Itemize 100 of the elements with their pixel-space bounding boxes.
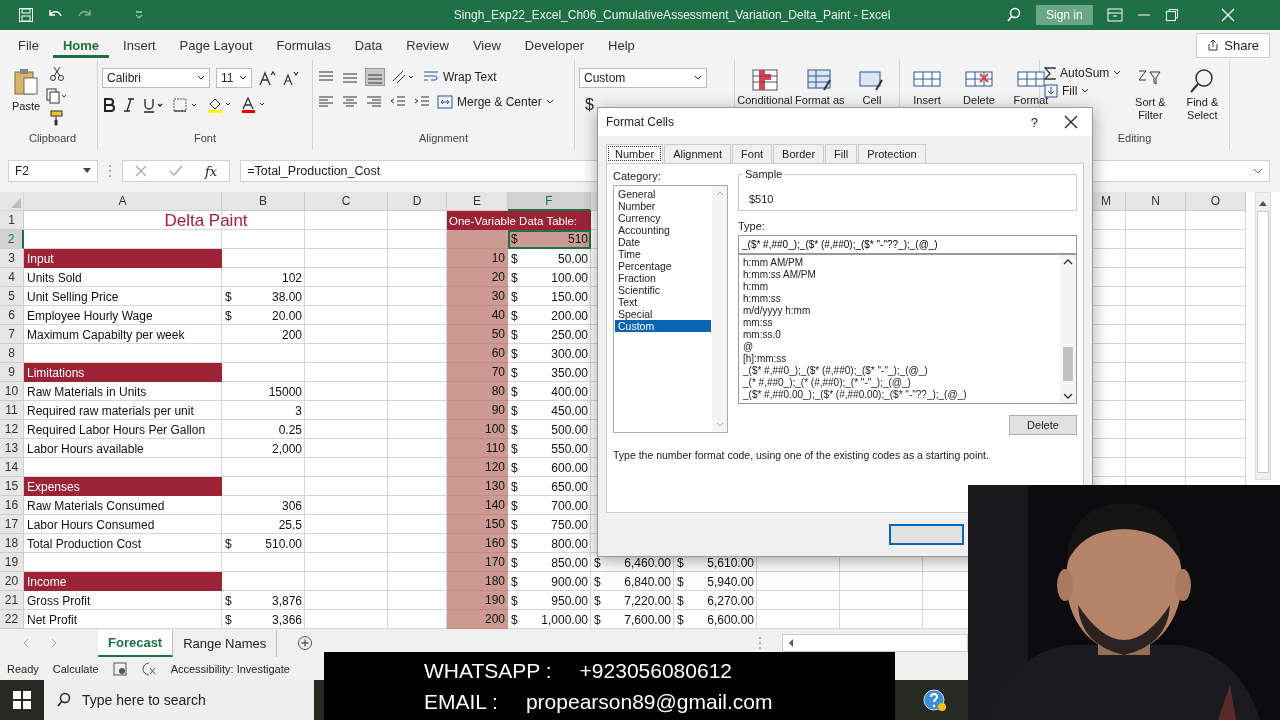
format-item[interactable]: @ [740, 341, 1059, 353]
menu-tab[interactable]: Insert [113, 32, 166, 58]
name-box[interactable]: F2 [8, 160, 98, 182]
table-cell-text: $ 3,366 [224, 611, 303, 629]
category-item[interactable]: General [615, 188, 711, 200]
row-number[interactable]: 16 [0, 496, 24, 515]
sort-filter-button[interactable]: Sort & Filter [1127, 64, 1174, 122]
format-item[interactable]: _($* #,##0_);_($* (#,##0);_($* "-"_);_(@_) [740, 365, 1059, 377]
row-number[interactable]: 17 [0, 515, 24, 534]
column-header[interactable]: O [1186, 192, 1246, 211]
row-number[interactable]: 14 [0, 458, 24, 477]
column-header[interactable]: N [1126, 192, 1186, 211]
dialog-tab[interactable]: Fill [825, 144, 858, 163]
dialog-tab[interactable]: Alignment [664, 144, 732, 163]
category-item[interactable]: Text [615, 296, 711, 308]
row-number[interactable]: 11 [0, 401, 24, 420]
wrap-text-button[interactable]: Wrap Text [423, 69, 497, 85]
format-item[interactable]: h:mm:ss [740, 293, 1059, 305]
category-item[interactable]: Currency [615, 212, 711, 224]
menu-tab[interactable]: Page Layout [169, 32, 263, 58]
column-header[interactable]: D [388, 192, 447, 211]
format-item[interactable]: _(* #,##0_);_(* (#,##0);_(* "-"_);_(@_) [740, 377, 1059, 389]
styles-button[interactable]: Conditional [739, 64, 791, 106]
category-item[interactable]: Scientific [615, 284, 711, 296]
share-button[interactable]: Share [1196, 32, 1270, 58]
row-number[interactable]: 13 [0, 439, 24, 458]
type-field[interactable]: _($* #,##0_);_($* (#,##0);_($* "-"??_);_(@_) [738, 235, 1077, 254]
menu-tab[interactable]: Formulas [266, 32, 341, 58]
column-header[interactable]: B [222, 192, 305, 211]
dialog-tab[interactable]: Number [606, 144, 664, 163]
menu-tab[interactable]: File [8, 32, 49, 58]
row-number[interactable]: 10 [0, 382, 24, 401]
help-button[interactable]: ? [1030, 114, 1038, 130]
fill-button[interactable]: Fill [1044, 84, 1090, 98]
styles-button[interactable]: Format as [796, 64, 843, 106]
category-item[interactable]: Percentage [615, 260, 711, 272]
column-header[interactable]: C [305, 192, 388, 211]
category-item[interactable]: Time [615, 248, 711, 260]
category-item[interactable]: Special [615, 308, 711, 320]
category-item[interactable]: Fraction [615, 272, 711, 284]
insert-function-button[interactable]: fx [205, 163, 218, 179]
menu-tab[interactable]: Home [52, 32, 110, 58]
row-number[interactable]: 4 [0, 268, 24, 287]
delete-button[interactable]: Delete [1009, 415, 1077, 435]
currency-button[interactable]: $ [579, 96, 594, 114]
menu-tab[interactable]: View [462, 32, 511, 58]
category-item[interactable]: Accounting [615, 224, 711, 236]
row-number[interactable]: 19 [0, 553, 24, 572]
menu-tab[interactable]: Review [396, 32, 459, 58]
row-number[interactable]: 6 [0, 306, 24, 325]
accessibility-status[interactable]: Accessibility: Investigate [170, 662, 290, 675]
format-item[interactable]: mm:ss.0 [740, 329, 1059, 341]
format-item[interactable]: [h]:mm:ss [740, 353, 1059, 365]
category-item[interactable]: Date [615, 236, 711, 248]
column-header[interactable]: A [24, 192, 222, 211]
section-header: Expenses [24, 477, 222, 496]
menu-tab[interactable]: Help [598, 32, 645, 58]
dialog-tab[interactable]: Protection [858, 144, 926, 163]
sheet-tab[interactable]: Forecast [98, 629, 174, 657]
row-number[interactable]: 2 [0, 230, 24, 249]
paste-button[interactable]: Paste [12, 64, 41, 112]
sheet-tab[interactable]: Range Names [173, 629, 278, 657]
format-item[interactable]: mm:ss [740, 317, 1059, 329]
row-number[interactable]: 22 [0, 610, 24, 629]
cells-button[interactable]: Delete [956, 64, 1002, 106]
format-item[interactable]: _($* #,##0.00_);_($* (#,##0.00);_($* "-"??_);_(@_) [740, 389, 1059, 401]
row-number[interactable]: 15 [0, 477, 24, 496]
column-header[interactable]: F [508, 192, 591, 211]
row-number[interactable]: 12 [0, 420, 24, 439]
row-number[interactable]: 20 [0, 572, 24, 591]
autosum-button[interactable]: AutoSum [1044, 66, 1122, 80]
category-item[interactable]: Number [615, 200, 711, 212]
column-header[interactable]: E [447, 192, 508, 211]
row-number[interactable]: 8 [0, 344, 24, 363]
row-number[interactable]: 21 [0, 591, 24, 610]
merge-center-button[interactable]: Merge & Center [437, 94, 554, 110]
format-item[interactable]: m/d/yyyy h:mm [740, 305, 1059, 317]
category-list[interactable]: General Number Currency Accounting Date Time Percentage Fraction Scientific Text Special Custom [613, 185, 728, 433]
font-size-dropdown[interactable]: 11 [216, 68, 252, 88]
dialog-tab[interactable]: Font [732, 144, 773, 163]
table-cell-text: 200 [280, 326, 303, 344]
menu-tab[interactable]: Data [344, 32, 393, 58]
dialog-tab[interactable]: Border [773, 144, 825, 163]
find-select-button[interactable]: Find & Select [1179, 64, 1226, 122]
format-item[interactable]: h:mm:ss AM/PM [740, 269, 1059, 281]
row-number[interactable]: 3 [0, 249, 24, 268]
category-item[interactable]: Custom [615, 320, 711, 332]
row-number[interactable]: 9 [0, 363, 24, 382]
row-number[interactable]: 18 [0, 534, 24, 553]
format-item[interactable]: h:mm AM/PM [740, 257, 1059, 269]
styles-button[interactable]: Cell [849, 64, 895, 106]
format-item[interactable]: h:mm [740, 281, 1059, 293]
row-number[interactable]: 1 [0, 211, 24, 230]
row-number[interactable]: 7 [0, 325, 24, 344]
cells-button[interactable]: Insert [904, 64, 950, 106]
menu-tab[interactable]: Developer [514, 32, 595, 58]
taskbar-search-field[interactable]: Type here to search [44, 680, 314, 720]
row-number[interactable]: 5 [0, 287, 24, 306]
number-format-dropdown[interactable]: Custom [579, 68, 707, 88]
font-name-dropdown[interactable]: Calibri [102, 68, 210, 88]
